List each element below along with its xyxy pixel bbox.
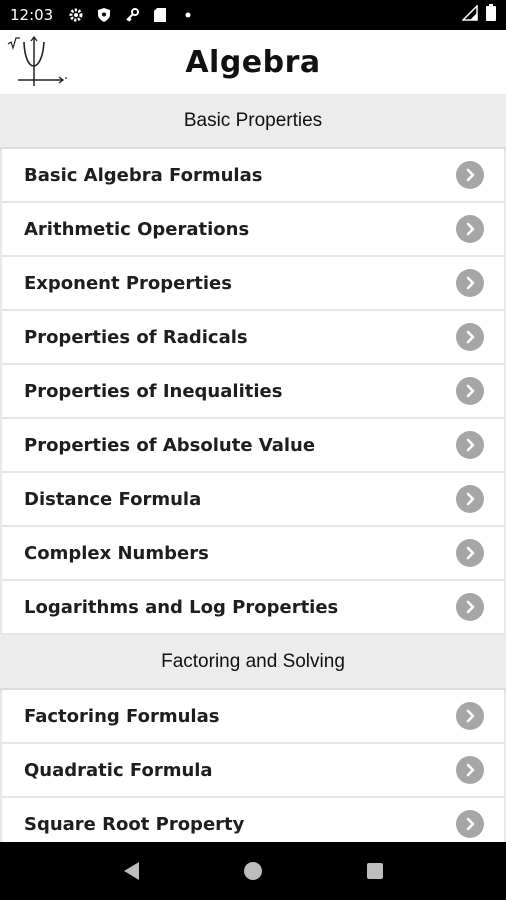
chevron-right-icon [456, 485, 484, 513]
list-item-label: Exponent Properties [24, 272, 232, 294]
chevron-right-icon [456, 702, 484, 730]
list-item-label: Factoring Formulas [24, 705, 220, 727]
navigation-bar [0, 842, 506, 900]
chevron-right-icon [456, 161, 484, 189]
chevron-right-icon [456, 593, 484, 621]
section-header-factoring-and-solving: Factoring and Solving [0, 635, 506, 690]
chevron-right-icon [456, 215, 484, 243]
list-item-label: Properties of Absolute Value [24, 434, 316, 456]
chevron-right-icon [456, 269, 484, 297]
back-icon[interactable] [111, 851, 151, 891]
battery-icon [486, 4, 496, 26]
chevron-right-icon [456, 539, 484, 567]
chevron-right-icon [456, 756, 484, 784]
sd-card-icon [149, 6, 171, 24]
section-header-basic-properties: Basic Properties [0, 94, 506, 149]
list-item-label: Distance Formula [24, 488, 202, 510]
home-icon[interactable] [233, 851, 273, 891]
list-item[interactable]: Properties of Radicals [2, 311, 504, 365]
chevron-right-icon [456, 810, 484, 838]
list-item-label: Square Root Property [24, 813, 245, 835]
recents-icon[interactable] [355, 851, 395, 891]
list-item[interactable]: Complex Numbers [2, 527, 504, 581]
list-item-label: Basic Algebra Formulas [24, 164, 263, 186]
dot-icon [177, 6, 199, 24]
list-item[interactable]: Arithmetic Operations [2, 203, 504, 257]
graph-logo-icon [6, 34, 68, 90]
list-item-label: Properties of Radicals [24, 326, 248, 348]
topic-list: Basic Properties Basic Algebra Formulas … [0, 94, 506, 842]
list-item[interactable]: Logarithms and Log Properties [2, 581, 504, 635]
list-item-label: Arithmetic Operations [24, 218, 250, 240]
chevron-right-icon [456, 431, 484, 459]
chevron-right-icon [456, 377, 484, 405]
list-item[interactable]: Factoring Formulas [2, 690, 504, 744]
app-header: Algebra [0, 30, 506, 94]
list-item[interactable]: Exponent Properties [2, 257, 504, 311]
list-item-label: Logarithms and Log Properties [24, 596, 339, 618]
chevron-right-icon [456, 323, 484, 351]
list-item[interactable]: Distance Formula [2, 473, 504, 527]
status-time: 12:03 [10, 6, 54, 24]
status-bar: 12:03 [0, 0, 506, 30]
list-item-label: Quadratic Formula [24, 759, 213, 781]
page-title: Algebra [185, 44, 321, 80]
list-item[interactable]: Basic Algebra Formulas [2, 149, 504, 203]
list-item[interactable]: Square Root Property [2, 798, 504, 842]
list-item-label: Properties of Inequalities [24, 380, 283, 402]
shield-icon [93, 6, 115, 24]
list-item[interactable]: Properties of Inequalities [2, 365, 504, 419]
list-item-label: Complex Numbers [24, 542, 209, 564]
key-icon [121, 6, 143, 24]
settings-icon [65, 6, 87, 24]
list-item[interactable]: Properties of Absolute Value [2, 419, 504, 473]
list-item[interactable]: Quadratic Formula [2, 744, 504, 798]
signal-icon [461, 3, 478, 26]
